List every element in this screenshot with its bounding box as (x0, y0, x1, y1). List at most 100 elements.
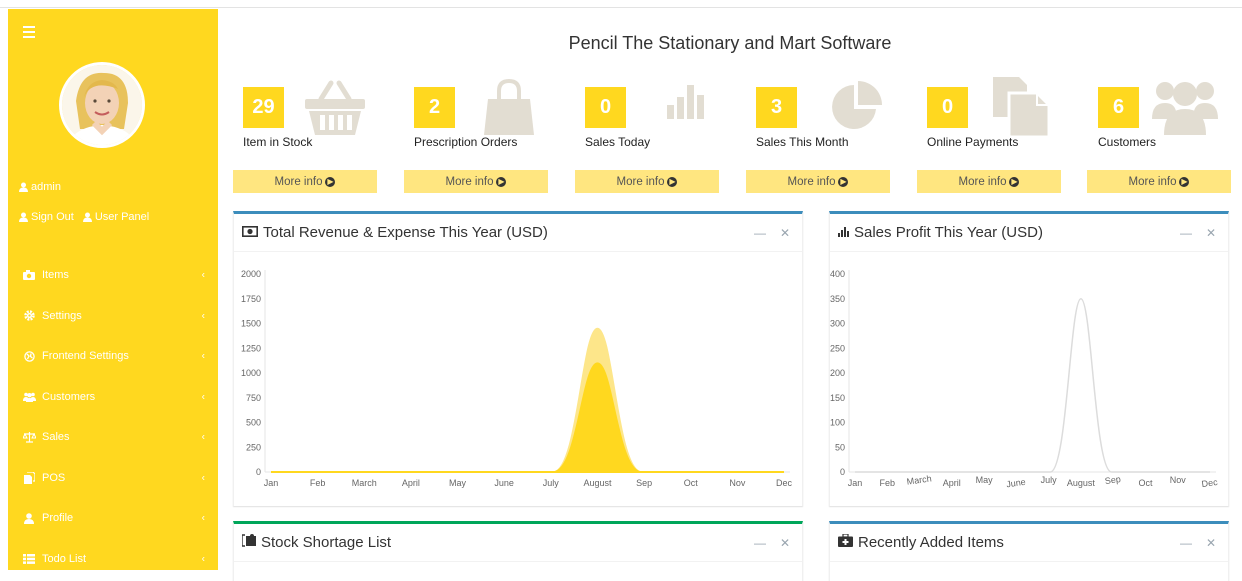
more-info-button[interactable]: More info ▶ (575, 170, 719, 193)
profit-panel-header: Sales Profit This Year (USD) (830, 214, 1228, 252)
x-tick-label: June (494, 478, 514, 488)
stock-shortage-title: Stock Shortage List (261, 534, 392, 551)
x-tick-label: Sep (1104, 474, 1121, 486)
more-info-button[interactable]: More info ▶ (233, 170, 377, 193)
x-tick-label: May (976, 475, 994, 485)
x-tick-label: June (1006, 477, 1027, 490)
chevron-left-icon: ‹ (201, 553, 205, 565)
more-info-button[interactable]: More info ▶ (1087, 170, 1231, 193)
sidebar-item-frontend-settings[interactable]: Frontend Settings ‹ (8, 336, 218, 377)
sidebar-item-settings[interactable]: Settings ‹ (8, 296, 218, 337)
y-tick-label: 150 (830, 393, 845, 403)
sidebar-item-items[interactable]: Items ‹ (8, 255, 218, 296)
sign-out-link[interactable]: Sign Out (19, 211, 74, 223)
stat-value: 3 (756, 87, 797, 128)
avatar (59, 62, 145, 148)
series-area (271, 362, 784, 473)
y-tick-label: 300 (830, 319, 845, 329)
sidebar: admin Sign Out User Panel Items ‹ Settin… (8, 9, 218, 570)
y-tick-label: 1250 (241, 343, 261, 353)
sidebar-item-label: Sales (42, 431, 70, 444)
close-icon[interactable]: ✕ (1206, 226, 1216, 240)
x-tick-label: Feb (310, 478, 326, 488)
sidebar-item-label: Items (42, 269, 69, 282)
minimize-icon[interactable]: — (1180, 226, 1192, 240)
series-line (855, 297, 1210, 473)
minimize-icon[interactable]: — (754, 226, 766, 240)
stat-item-in-stock: 29 Item in Stock (233, 73, 379, 149)
more-info-button[interactable]: More info ▶ (404, 170, 548, 193)
x-tick-label: April (943, 478, 961, 488)
sidebar-item-pos[interactable]: POS ‹ (8, 458, 218, 499)
money-icon (242, 224, 258, 241)
y-tick-label: 250 (246, 442, 261, 452)
revenue-panel: Total Revenue & Expense This Year (USD) … (233, 211, 803, 506)
chevron-left-icon: ‹ (201, 512, 205, 524)
more-info-label: More info (445, 175, 494, 188)
revenue-panel-header: Total Revenue & Expense This Year (USD) (234, 214, 802, 252)
panel-tools: — ✕ (754, 226, 790, 240)
gear-icon (20, 310, 38, 321)
more-info-button[interactable]: More info ▶ (746, 170, 890, 193)
stat-label: Customers (1098, 135, 1157, 149)
page-title: Pencil The Stationary and Mart Software (568, 33, 892, 53)
user-icon (82, 212, 92, 222)
x-tick-label: Nov (729, 478, 746, 488)
stat-value: 0 (927, 87, 968, 128)
more-info-button[interactable]: More info ▶ (917, 170, 1061, 193)
y-tick-label: 50 (835, 442, 845, 452)
more-info-label: More info (274, 175, 323, 188)
chevron-left-icon: ‹ (201, 431, 205, 443)
close-icon[interactable]: ✕ (780, 536, 790, 550)
y-tick-label: 1000 (241, 368, 261, 378)
more-info-label: More info (1128, 175, 1177, 188)
puzzle-icon (241, 534, 256, 551)
x-tick-label: March (352, 478, 377, 488)
shopping-bag-icon (484, 78, 534, 140)
sidebar-item-customers[interactable]: Customers ‹ (8, 377, 218, 418)
user-panel-link[interactable]: User Panel (82, 211, 150, 223)
basket-icon (303, 79, 367, 140)
sidebar-menu: Items ‹ Settings ‹ Frontend Settings ‹ C… (8, 255, 218, 570)
stock-shortage-header: Stock Shortage List (234, 524, 802, 562)
minimize-icon[interactable]: — (754, 536, 766, 550)
stat-label: Sales Today (585, 135, 651, 149)
y-tick-label: 200 (830, 368, 845, 378)
panel-tools: — ✕ (754, 536, 790, 550)
x-tick-label: Jan (264, 478, 279, 488)
y-tick-label: 1500 (241, 319, 261, 329)
y-tick-label: 400 (830, 269, 845, 279)
chevron-left-icon: ‹ (201, 310, 205, 322)
user-panel-label: User Panel (94, 211, 150, 223)
stock-shortage-panel: Stock Shortage List — ✕ (233, 521, 803, 581)
profit-panel: Sales Profit This Year (USD) — ✕ 0 50 100 1… (829, 211, 1229, 506)
stat-label: Sales This Month (756, 135, 849, 149)
x-tick-label: July (1041, 475, 1058, 485)
menu-toggle-icon[interactable] (23, 23, 43, 41)
close-icon[interactable]: ✕ (1206, 536, 1216, 550)
stat-value: 2 (414, 87, 455, 128)
y-tick-label: 250 (830, 343, 845, 353)
sign-out-label: Sign Out (31, 211, 74, 223)
x-tick-label: Dec (776, 478, 793, 488)
sidebar-item-sales[interactable]: Sales ‹ (8, 417, 218, 458)
panel-tools: — ✕ (1180, 536, 1216, 550)
stat-value: 29 (243, 87, 284, 128)
sidebar-item-todo-list[interactable]: Todo List ‹ (8, 539, 218, 571)
medkit-icon (838, 533, 853, 551)
arrow-circle-right-icon: ▶ (325, 176, 336, 187)
y-tick-label: 750 (246, 393, 261, 403)
stat-online-payments: 0 Online Payments (917, 73, 1063, 149)
stat-customers: 6 Customers (1088, 73, 1234, 149)
sidebar-item-label: Settings (42, 309, 82, 322)
user-panel: admin Sign Out User Panel (8, 9, 218, 235)
minimize-icon[interactable]: — (1180, 536, 1192, 550)
x-tick-label: April (402, 478, 420, 488)
sidebar-item-profile[interactable]: Profile ‹ (8, 498, 218, 539)
stat-label: Prescription Orders (414, 135, 518, 149)
users-icon (1152, 77, 1218, 140)
copy-icon (20, 471, 38, 484)
user-icon (19, 182, 28, 192)
close-icon[interactable]: ✕ (780, 226, 790, 240)
y-tick-label: 500 (246, 418, 261, 428)
